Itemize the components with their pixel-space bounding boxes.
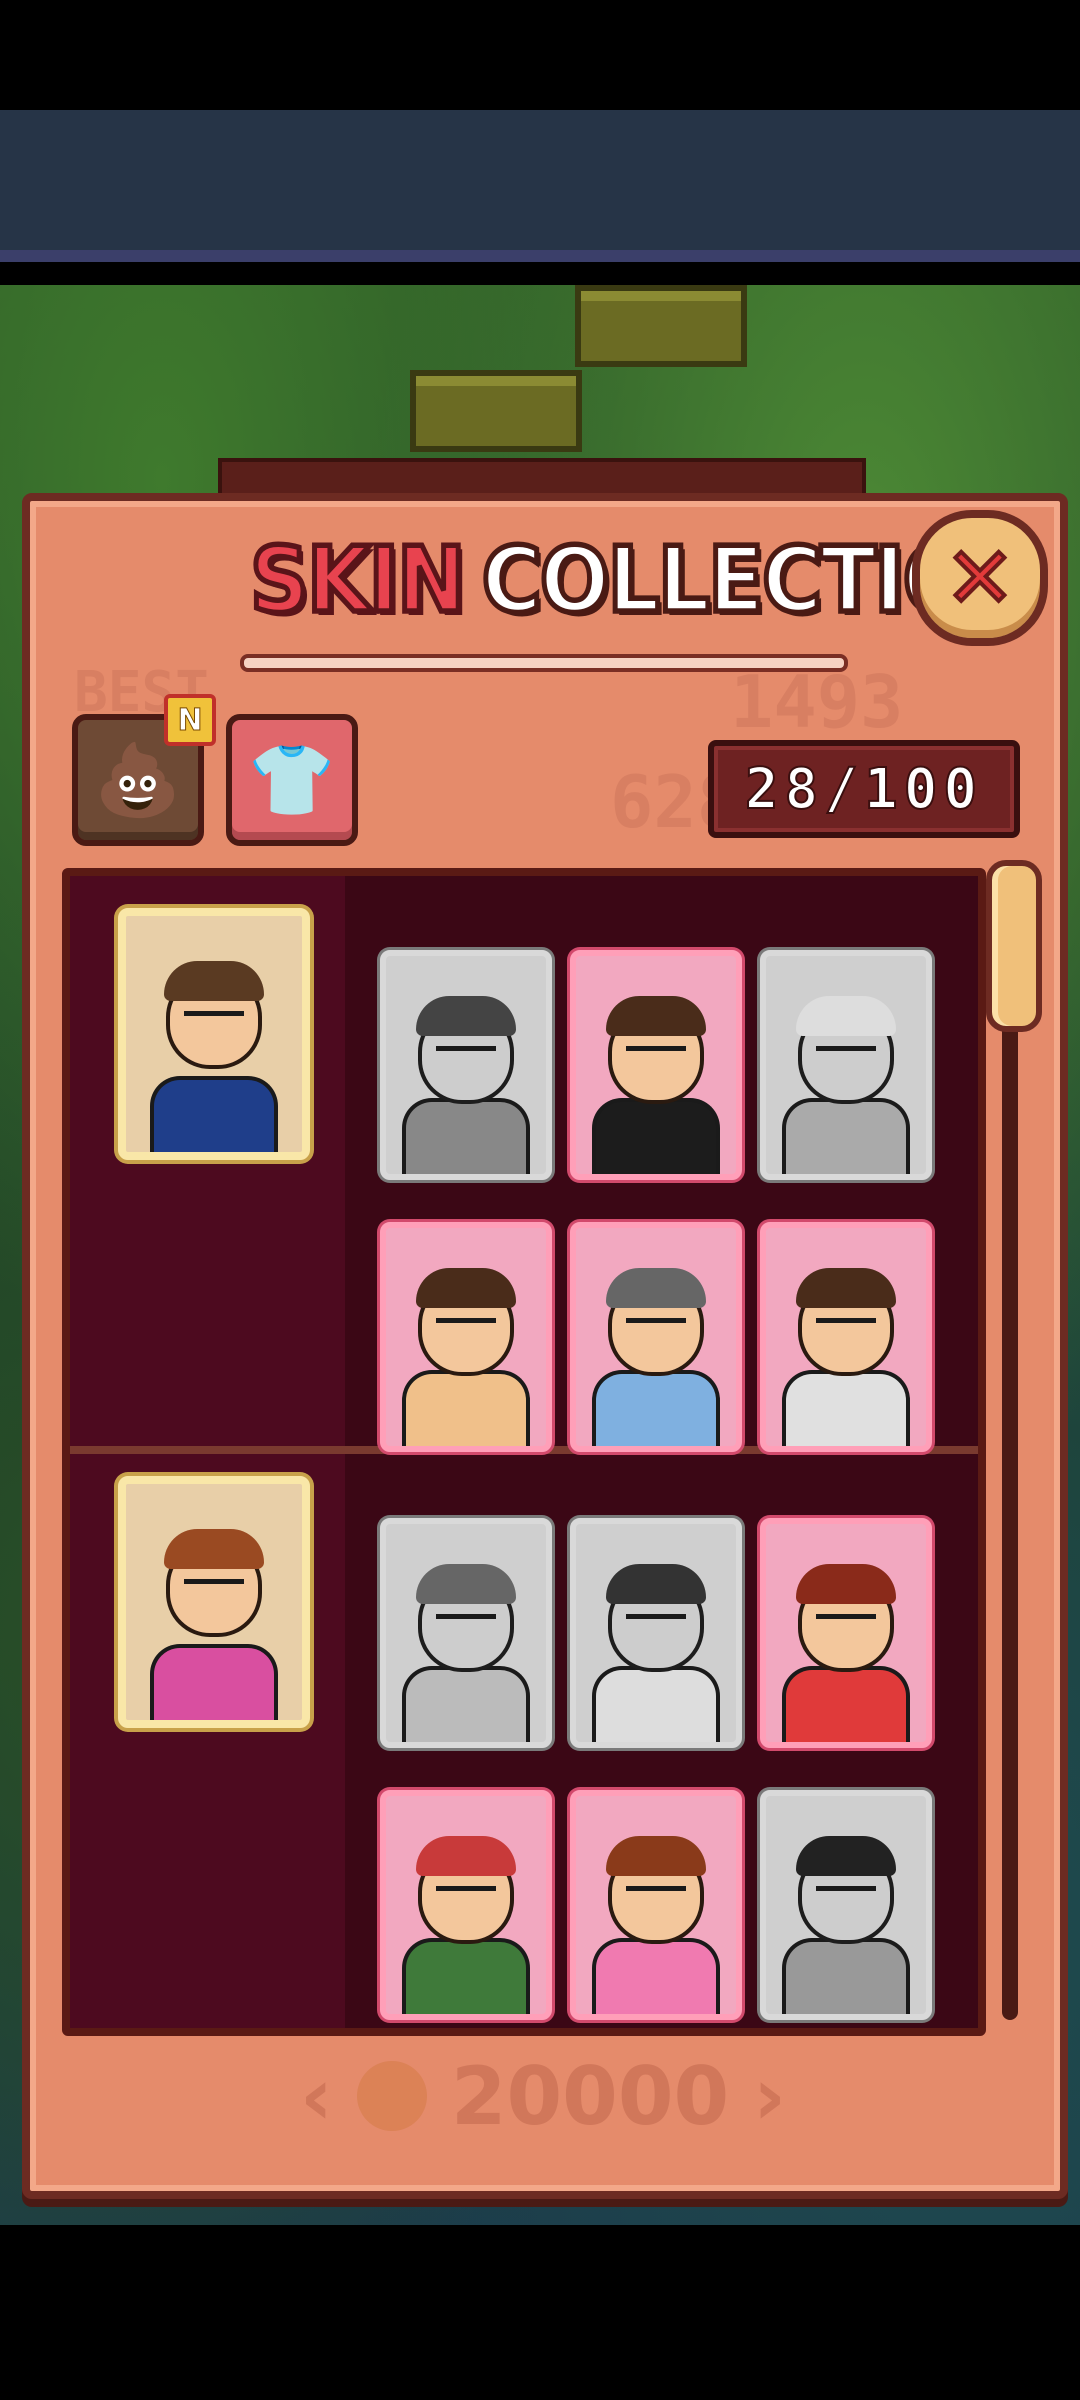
skin-card-locked[interactable]: [380, 950, 552, 1180]
skin-card-owned[interactable]: [570, 950, 742, 1180]
selected-skin-card-girl-with-headband[interactable]: [118, 1476, 310, 1728]
top-banner-edge: [0, 250, 1080, 262]
skin-card-owned[interactable]: [760, 1518, 932, 1748]
close-icon: ✕: [943, 529, 1017, 627]
skin-card-locked[interactable]: [760, 1790, 932, 2020]
character-body: [782, 1370, 910, 1446]
character-face: [606, 1268, 706, 1377]
ghost-next-arrow: ›: [753, 2049, 787, 2143]
shirt-icon: 👕: [248, 739, 336, 821]
scrollbar-track[interactable]: [1002, 860, 1018, 2020]
title-skin: SKIN: [248, 525, 469, 635]
status-bar: [0, 0, 1080, 110]
character-face: [416, 1564, 516, 1673]
platform-block: [410, 370, 582, 452]
character-body: [402, 1938, 530, 2014]
character-body: [150, 1076, 278, 1152]
skin-card-locked[interactable]: [760, 950, 932, 1180]
ghost-best-score: 1493: [730, 660, 904, 744]
character-face: [606, 1836, 706, 1945]
poop-icon: 💩: [94, 739, 182, 821]
character-body: [782, 1098, 910, 1174]
character-face: [606, 996, 706, 1105]
footer-purchase-ghost: ‹ 20000 ›: [118, 2036, 968, 2156]
ghost-price: 20000: [450, 2049, 730, 2143]
character-body: [782, 1938, 910, 2014]
skin-card-owned[interactable]: [380, 1790, 552, 2020]
character-body: [782, 1666, 910, 1742]
character-face: [164, 960, 264, 1069]
skin-card-locked[interactable]: [380, 1518, 552, 1748]
character-face: [164, 1528, 264, 1637]
character-face: [416, 996, 516, 1105]
tab-outfits[interactable]: 👕: [226, 714, 358, 846]
character-face: [416, 1836, 516, 1945]
character-face: [796, 1564, 896, 1673]
character-face: [796, 1836, 896, 1945]
new-badge: N: [164, 694, 216, 746]
skin-card-locked[interactable]: [570, 1518, 742, 1748]
close-button[interactable]: ✕: [912, 510, 1048, 646]
collection-count: 28/100: [744, 756, 984, 823]
character-body: [402, 1370, 530, 1446]
character-body: [592, 1370, 720, 1446]
title-underline: [240, 654, 848, 672]
collection-counter: 28/100: [708, 740, 1020, 838]
character-face: [796, 1268, 896, 1377]
character-face: [416, 1268, 516, 1377]
character-body: [592, 1666, 720, 1742]
character-body: [150, 1644, 278, 1720]
platform-block: [575, 285, 747, 367]
skin-card-owned[interactable]: [570, 1222, 742, 1452]
skin-card-owned[interactable]: [570, 1790, 742, 2020]
bottom-bar: [0, 2225, 1080, 2400]
character-body: [592, 1938, 720, 2014]
character-body: [402, 1666, 530, 1742]
character-body: [592, 1098, 720, 1174]
skin-card-owned[interactable]: [380, 1222, 552, 1452]
character-face: [796, 996, 896, 1105]
ghost-prev-arrow: ‹: [299, 2049, 333, 2143]
top-banner-area: [0, 110, 1080, 260]
selected-skin-card-man-with-glasses[interactable]: [118, 908, 310, 1160]
character-face: [606, 1564, 706, 1673]
scrollbar-thumb[interactable]: [986, 860, 1042, 1032]
skin-card-owned[interactable]: [760, 1222, 932, 1452]
character-body: [402, 1098, 530, 1174]
coin-icon: [356, 2061, 427, 2131]
skin-grid: [62, 868, 986, 2036]
